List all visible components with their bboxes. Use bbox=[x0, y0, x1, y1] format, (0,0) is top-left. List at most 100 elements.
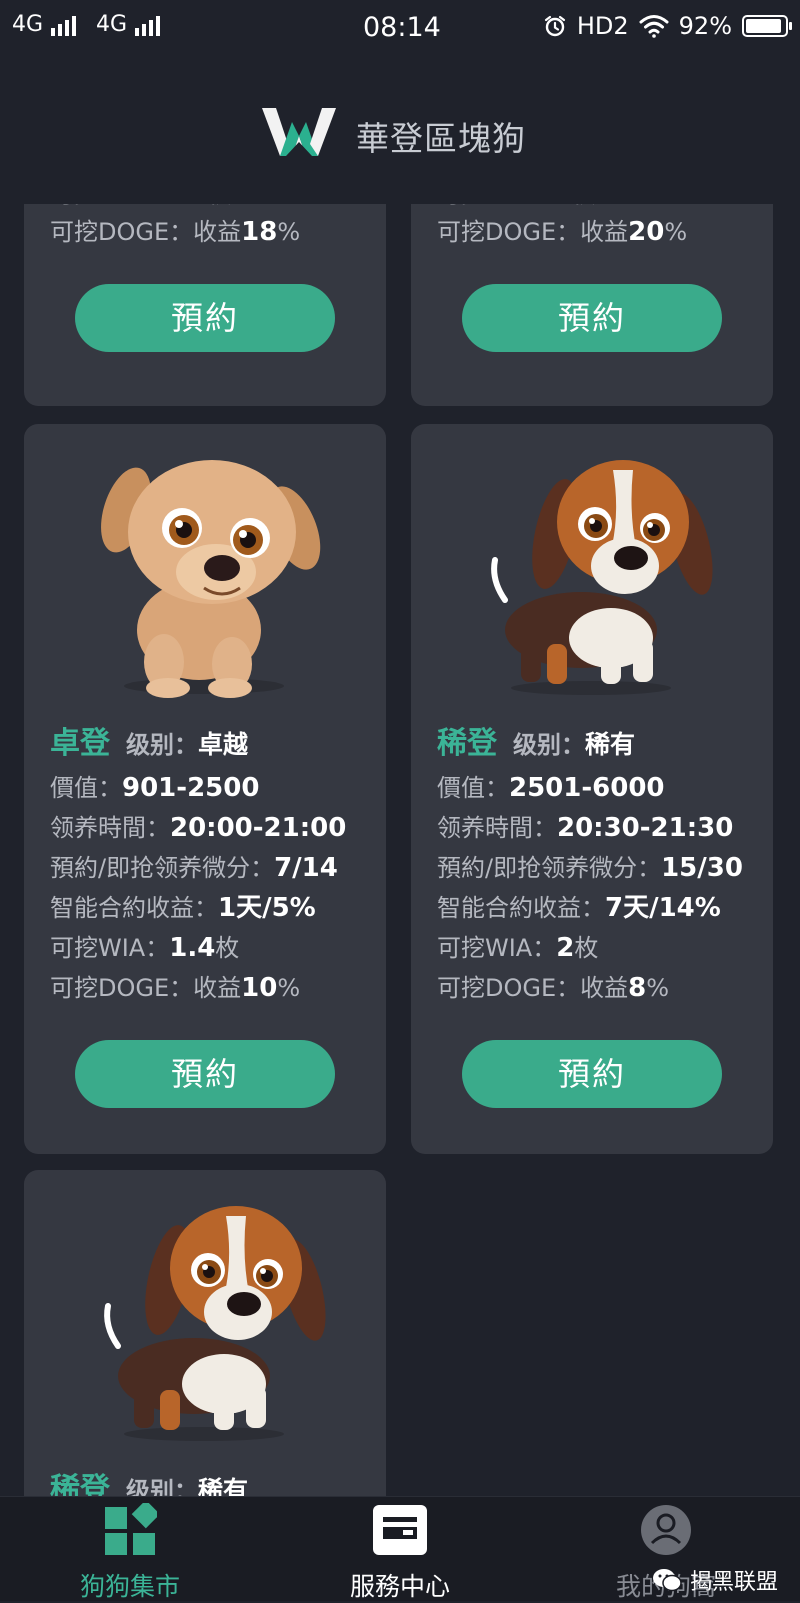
value-label: 價值： bbox=[437, 774, 509, 802]
points-value: 7/14 bbox=[274, 853, 338, 883]
doge-row: 可挖DOGE：收益8% bbox=[437, 968, 767, 1008]
watermark-text: 揭黑联盟 bbox=[690, 1570, 779, 1595]
points-label: 預約/即抢领养微分： bbox=[437, 854, 662, 882]
points-value: 15/30 bbox=[661, 853, 743, 883]
doge-label: 可挖DOGE： bbox=[50, 218, 194, 246]
wia-unit: 枚 bbox=[215, 934, 240, 962]
value: 2501-6000 bbox=[509, 773, 665, 803]
contract-value: 7天/14% bbox=[605, 893, 721, 923]
dog-market-list[interactable]: 可挖WIA：1.6枚 可挖DOGE：收益18% 預約 可挖WIA：1枚 可挖DO… bbox=[0, 204, 800, 1496]
beagle-puppy-image bbox=[491, 460, 713, 695]
dog-name: 稀登 bbox=[50, 1472, 110, 1496]
beagle-puppy-image bbox=[104, 1206, 326, 1441]
nav-tab-service[interactable]: 服務中心 bbox=[290, 1503, 510, 1603]
doge-unit: % bbox=[277, 218, 301, 246]
doge-unit: % bbox=[277, 974, 301, 1002]
doge-row: 可挖DOGE：收益10% bbox=[50, 968, 380, 1008]
wia-row: 可挖WIA：1.4枚 bbox=[50, 928, 380, 968]
dog-title-row: 卓登 级别：卓越 bbox=[50, 724, 380, 768]
battery-icon bbox=[742, 15, 792, 37]
app-header: 華登區塊狗 bbox=[0, 56, 800, 204]
signal-bars-icon bbox=[135, 16, 161, 36]
level-label: 级别： bbox=[513, 731, 585, 759]
dog-title-row: 稀登 级别：稀有 bbox=[437, 724, 767, 768]
value-label: 價值： bbox=[50, 774, 122, 802]
doge-row: 可挖DOGE：收益18% bbox=[50, 212, 300, 252]
value: 901-2500 bbox=[122, 773, 260, 803]
nav-label: 服務中心 bbox=[349, 1572, 450, 1601]
time-label: 领养時間： bbox=[437, 814, 557, 842]
time-row: 领养時間：20:00-21:00 bbox=[50, 808, 380, 848]
level-label: 级别： bbox=[126, 1477, 198, 1496]
doge-value: 8 bbox=[628, 973, 647, 1003]
app-title: 華登區塊狗 bbox=[356, 119, 526, 158]
wechat-icon bbox=[653, 1569, 682, 1592]
wia-row: 可挖WIA：2枚 bbox=[437, 928, 767, 968]
signal-indicator-2: 4G bbox=[96, 12, 161, 37]
dog-card: 可挖WIA：1.6枚 可挖DOGE：收益18% 預約 bbox=[24, 204, 386, 406]
level-value: 稀有 bbox=[585, 730, 636, 759]
level-value: 卓越 bbox=[198, 730, 249, 759]
contract-row: 智能合約收益：7天/14% bbox=[437, 888, 767, 928]
wia-value: 2 bbox=[556, 933, 575, 963]
alarm-icon bbox=[544, 15, 565, 37]
doge-label: 可挖DOGE： bbox=[50, 974, 194, 1002]
reserve-button[interactable]: 預約 bbox=[462, 1040, 722, 1108]
contract-row: 智能合約收益：1天/5% bbox=[50, 888, 380, 928]
dog-card: 稀登 级别：稀有 bbox=[24, 1170, 386, 1496]
battery-percent: 92% bbox=[678, 12, 732, 40]
doge-prefix: 收益 bbox=[193, 974, 242, 1002]
value-row: 價值：901-2500 bbox=[50, 768, 380, 808]
service-card-icon bbox=[373, 1505, 427, 1555]
tan-puppy-image bbox=[101, 460, 321, 698]
app-logo bbox=[262, 108, 336, 156]
signal-bars-icon bbox=[51, 16, 77, 36]
time-value: 20:00-21:00 bbox=[170, 813, 347, 843]
battery-fill bbox=[746, 19, 781, 33]
user-avatar-icon bbox=[641, 1505, 691, 1555]
time-label: 领养時間： bbox=[50, 814, 170, 842]
status-time: 08:14 bbox=[363, 12, 441, 43]
reserve-button[interactable]: 預約 bbox=[75, 1040, 335, 1108]
dog-name: 稀登 bbox=[437, 726, 497, 761]
wia-unit: 枚 bbox=[574, 934, 599, 962]
dog-card: 卓登 级别：卓越 價值：901-2500 领养時間：20:00-21:00 預約/… bbox=[24, 424, 386, 1154]
wifi-icon bbox=[639, 15, 669, 38]
doge-unit: % bbox=[664, 218, 688, 246]
doge-value: 20 bbox=[628, 217, 665, 247]
doge-value: 18 bbox=[241, 217, 278, 247]
nav-tab-market[interactable]: 狗狗集市 bbox=[20, 1500, 240, 1603]
doge-prefix: 收益 bbox=[580, 974, 629, 1002]
hd-indicator: HD2 bbox=[576, 12, 629, 40]
watermark: 揭黑联盟 bbox=[652, 1564, 778, 1596]
signal-indicator-1: 4G bbox=[12, 12, 77, 37]
level-value: 稀有 bbox=[198, 1476, 249, 1496]
market-grid-icon bbox=[105, 1500, 160, 1555]
wia-label: 可挖WIA： bbox=[50, 934, 170, 962]
reserve-button[interactable]: 預約 bbox=[75, 284, 335, 352]
points-row: 預約/即抢领养微分：15/30 bbox=[437, 848, 767, 888]
points-row: 預約/即抢领养微分：7/14 bbox=[50, 848, 380, 888]
doge-value: 10 bbox=[241, 973, 278, 1003]
doge-prefix: 收益 bbox=[580, 218, 629, 246]
doge-unit: % bbox=[646, 974, 670, 1002]
doge-row: 可挖DOGE：收益20% bbox=[437, 212, 687, 252]
wia-value: 1.4 bbox=[169, 933, 216, 963]
network-type: 4G bbox=[96, 12, 128, 37]
points-label: 預約/即抢领养微分： bbox=[50, 854, 275, 882]
time-row: 领养時間：20:30-21:30 bbox=[437, 808, 767, 848]
contract-label: 智能合約收益： bbox=[437, 894, 605, 922]
nav-label: 狗狗集市 bbox=[79, 1572, 180, 1601]
doge-prefix: 收益 bbox=[193, 218, 242, 246]
value-row: 價值：2501-6000 bbox=[437, 768, 767, 808]
doge-label: 可挖DOGE： bbox=[437, 974, 581, 1002]
dog-card: 稀登 级别：稀有 價值：2501-6000 领养時間：20:30-21:30 預約… bbox=[411, 424, 773, 1154]
network-type: 4G bbox=[12, 12, 44, 37]
wia-label: 可挖WIA： bbox=[437, 934, 557, 962]
dog-title-row: 稀登 级别：稀有 bbox=[50, 1470, 380, 1496]
reserve-button[interactable]: 預約 bbox=[462, 284, 722, 352]
status-bar: 4G 4G 08:14 HD2 92% bbox=[0, 0, 800, 56]
contract-value: 1天/5% bbox=[218, 893, 316, 923]
dog-card: 可挖WIA：1枚 可挖DOGE：收益20% 預約 bbox=[411, 204, 773, 406]
doge-label: 可挖DOGE： bbox=[437, 218, 581, 246]
